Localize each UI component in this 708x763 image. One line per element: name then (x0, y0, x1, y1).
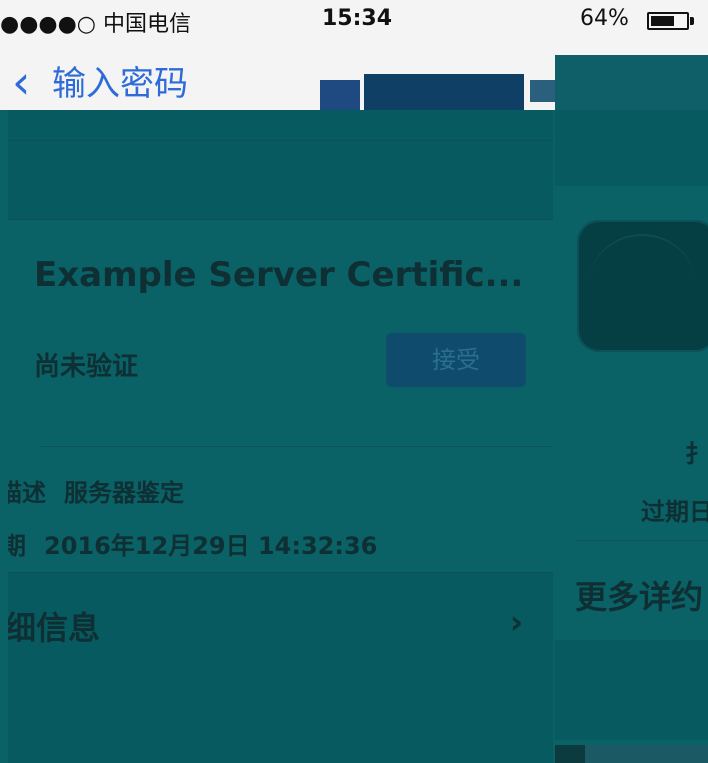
right-more-details: 更多详约 (575, 578, 704, 616)
header-band (8, 110, 553, 140)
glitch-block (320, 80, 360, 110)
certificate-title: Example Server Certific... (34, 255, 524, 295)
right-panel: 扌 过期日 更多详约 (555, 110, 708, 763)
battery-tip (690, 17, 694, 25)
more-details-row[interactable]: 细信息 › (8, 572, 553, 674)
certificate-app-icon (577, 220, 708, 352)
certificate-panel: Example Server Certific... 尚未验证 接受 描述 服务器… (8, 110, 553, 763)
header-band (8, 140, 553, 220)
navbar-overlay-right (555, 55, 708, 110)
more-details-label: 细信息 (8, 609, 101, 647)
back-button-label: 输入密码 (52, 64, 188, 104)
divider (575, 540, 708, 541)
nav-title-glitch (320, 74, 590, 110)
bottom-band (555, 640, 708, 740)
right-expiry-label: 过期日 (641, 498, 708, 526)
status-bar: ●●●●○ 中国电信 15:34 64% (0, 0, 708, 42)
bottom-strip (585, 745, 708, 763)
expiry-value: 2016年12月29日 14:32:36 (44, 532, 378, 560)
battery-percentage: 64% (580, 6, 629, 31)
icon-arc (587, 234, 697, 326)
description-value: 服务器鉴定 (64, 479, 184, 507)
battery-icon (647, 12, 689, 30)
right-truncated-text: 扌 (685, 440, 708, 468)
glitch-block (364, 74, 524, 110)
battery-level-fill (651, 16, 674, 26)
expiry-label: 期 (8, 532, 26, 560)
description-row: 描述 服务器鉴定 (8, 473, 184, 508)
bottom-band (8, 673, 553, 763)
divider (40, 446, 553, 447)
description-label: 描述 (8, 479, 46, 507)
header-band (555, 110, 708, 186)
accept-button[interactable]: 接受 (386, 333, 526, 387)
carrier-signal: ●●●●○ 中国电信 (0, 12, 191, 37)
verification-status: 尚未验证 (34, 352, 139, 382)
bottom-strip (555, 745, 585, 763)
back-chevron-icon: ‹ (12, 55, 31, 109)
chevron-right-icon: › (509, 603, 523, 641)
expiry-row: 期 2016年12月29日 14:32:36 (8, 526, 377, 561)
clock: 15:34 (322, 6, 393, 31)
